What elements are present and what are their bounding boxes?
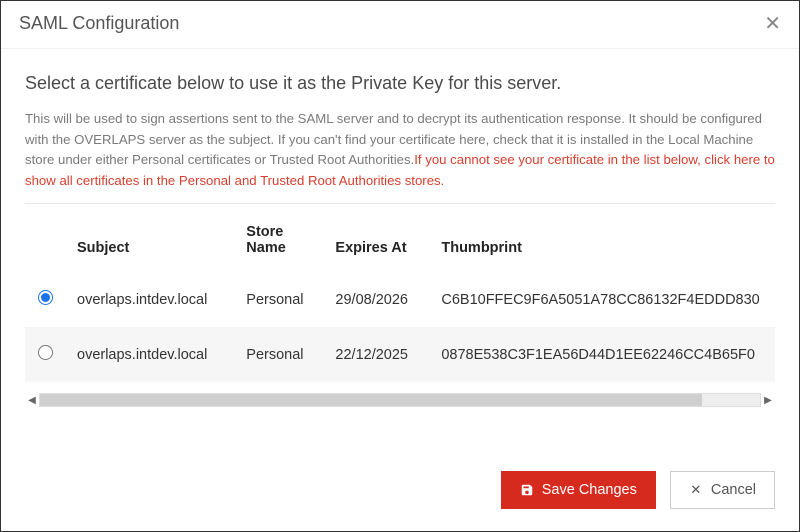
- modal-footer: Save Changes ✕ Cancel: [1, 455, 799, 531]
- save-button-label: Save Changes: [542, 482, 637, 498]
- cancel-button-label: Cancel: [711, 482, 756, 498]
- close-icon: ✕: [764, 13, 781, 35]
- select-certificate-radio[interactable]: [38, 290, 53, 305]
- cell-subject: overlaps.intdev.local: [65, 327, 234, 382]
- col-subject: Subject: [65, 208, 234, 272]
- cell-thumbprint: 0878E538C3F1EA56D44D1EE62246CC4B65F0: [429, 327, 775, 382]
- scroll-right-arrow-icon[interactable]: ▶: [761, 393, 775, 407]
- close-button[interactable]: ✕: [764, 14, 781, 34]
- cell-thumbprint: C6B10FFEC9F6A5051A78CC86132F4EDDD830: [429, 272, 775, 327]
- cell-select: [25, 272, 65, 327]
- scrollbar-track[interactable]: [39, 393, 761, 407]
- save-icon: [520, 483, 534, 497]
- cancel-button[interactable]: ✕ Cancel: [670, 471, 775, 509]
- table-header-row: Subject StoreName Expires At Thumbprint: [25, 208, 775, 272]
- subheading: Select a certificate below to use it as …: [25, 71, 775, 95]
- modal-body: Select a certificate below to use it as …: [1, 49, 799, 455]
- modal-header: SAML Configuration ✕: [1, 1, 799, 49]
- cell-subject: overlaps.intdev.local: [65, 272, 234, 327]
- modal-title: SAML Configuration: [19, 13, 179, 34]
- col-thumbprint: Thumbprint: [429, 208, 775, 272]
- saml-config-modal: SAML Configuration ✕ Select a certificat…: [0, 0, 800, 532]
- col-select: [25, 208, 65, 272]
- horizontal-scrollbar[interactable]: ◀ ▶: [25, 392, 775, 408]
- description: This will be used to sign assertions sen…: [25, 109, 775, 191]
- scrollbar-thumb[interactable]: [40, 394, 702, 406]
- table-row[interactable]: overlaps.intdev.local Personal 29/08/202…: [25, 272, 775, 327]
- cell-expires-at: 29/08/2026: [323, 272, 429, 327]
- certificate-table: Subject StoreName Expires At Thumbprint …: [25, 208, 775, 382]
- save-button[interactable]: Save Changes: [501, 471, 656, 509]
- cancel-icon: ✕: [689, 483, 703, 497]
- select-certificate-radio[interactable]: [38, 345, 53, 360]
- divider: [25, 203, 775, 204]
- cell-expires-at: 22/12/2025: [323, 327, 429, 382]
- certificate-table-wrap: Subject StoreName Expires At Thumbprint …: [25, 208, 775, 382]
- col-expires-at: Expires At: [323, 208, 429, 272]
- scroll-left-arrow-icon[interactable]: ◀: [25, 393, 39, 407]
- col-store-name: StoreName: [234, 208, 323, 272]
- cell-select: [25, 327, 65, 382]
- cell-store-name: Personal: [234, 272, 323, 327]
- col-store-name-label: StoreName: [246, 224, 286, 256]
- cell-store-name: Personal: [234, 327, 323, 382]
- table-row[interactable]: overlaps.intdev.local Personal 22/12/202…: [25, 327, 775, 382]
